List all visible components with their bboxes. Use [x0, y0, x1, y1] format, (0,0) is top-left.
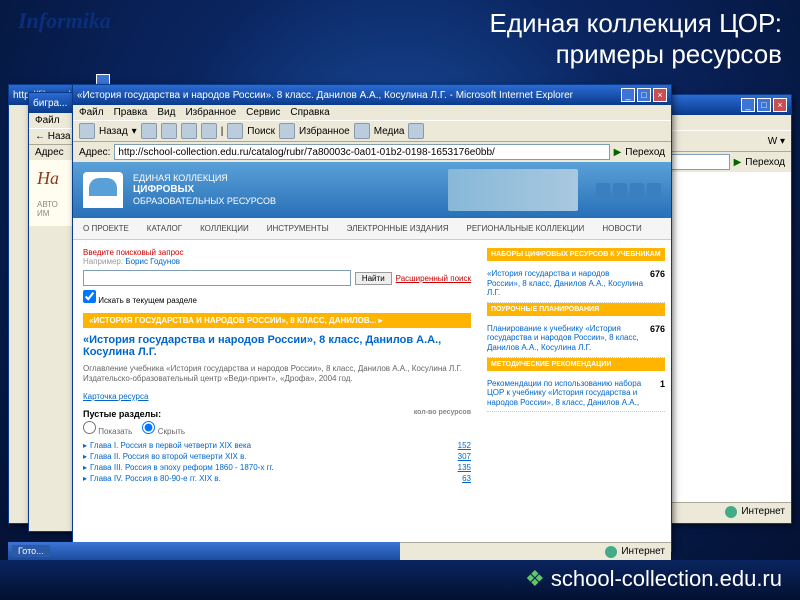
site-logo-icon[interactable] [83, 172, 123, 208]
toc-link[interactable]: Глава III. Россия в эпоху реформ 1860 - … [90, 463, 274, 472]
nav-editions[interactable]: ЭЛЕКТРОННЫЕ ИЗДАНИЯ [347, 224, 449, 233]
card-link[interactable]: Карточка ресурса [83, 392, 148, 401]
resource-count: 1 [660, 379, 665, 389]
nav-news[interactable]: НОВОСТИ [602, 224, 641, 233]
resource-count: 676 [650, 324, 665, 334]
advanced-search-link[interactable]: Расширенный поиск [396, 274, 471, 283]
page-content: ЕДИНАЯ КОЛЛЕКЦИЯ ЦИФРОВЫХ ОБРАЗОВАТЕЛЬНЫ… [73, 162, 671, 542]
refresh-icon[interactable] [181, 123, 197, 139]
sidebar-hd-3: МЕТОДИЧЕСКИЕ РЕКОМЕНДАЦИИ [487, 358, 665, 371]
site-nav: О ПРОЕКТЕ КАТАЛОГ КОЛЛЕКЦИИ ИНСТРУМЕНТЫ … [73, 218, 671, 240]
site-header: ЕДИНАЯ КОЛЛЕКЦИЯ ЦИФРОВЫХ ОБРАЗОВАТЕЛЬНЫ… [73, 162, 671, 218]
site-brand: ЕДИНАЯ КОЛЛЕКЦИЯ ЦИФРОВЫХ ОБРАЗОВАТЕЛЬНЫ… [133, 173, 276, 207]
nav-collections[interactable]: КОЛЛЕКЦИИ [200, 224, 249, 233]
forward-icon[interactable] [141, 123, 157, 139]
window-controls[interactable]: _□× [619, 88, 667, 102]
toc-link[interactable]: Глава I. Россия в первой четверти XIX ве… [90, 441, 251, 450]
history-icon[interactable] [408, 123, 424, 139]
title-bar[interactable]: «История государства и народов России». … [73, 85, 671, 105]
nav-regional[interactable]: РЕГИОНАЛЬНЫЕ КОЛЛЕКЦИИ [467, 224, 585, 233]
menu-view[interactable]: Вид [157, 107, 175, 118]
media-icon[interactable] [354, 123, 370, 139]
example-link[interactable]: Борис Годунов [125, 257, 180, 266]
resource-count: 676 [650, 269, 665, 279]
menu-edit[interactable]: Правка [114, 107, 148, 118]
sidebar-hd-1: НАБОРЫ ЦИФРОВЫХ РЕСУРСОВ К УЧЕБНИКАМ [487, 248, 665, 261]
menu-bar[interactable]: Файл Правка Вид Избранное Сервис Справка [73, 105, 671, 120]
maximize-button[interactable]: □ [637, 88, 651, 102]
close-button[interactable]: × [653, 88, 667, 102]
resource-link[interactable]: Планирование к учебнику «История государ… [487, 324, 650, 353]
header-photo [448, 169, 578, 211]
search-input[interactable] [83, 270, 351, 286]
nav-about[interactable]: О ПРОЕКТЕ [83, 224, 129, 233]
nav-tools[interactable]: ИНСТРУМЕНТЫ [267, 224, 329, 233]
toc-list: ▸Глава I. Россия в первой четверти XIX в… [83, 440, 471, 484]
main-browser-window: «История государства и народов России». … [72, 84, 672, 552]
description: Оглавление учебника «История государства… [83, 364, 471, 385]
window-title: «История государства и народов России». … [77, 90, 573, 101]
breadcrumb[interactable]: «ИСТОРИЯ ГОСУДАРСТВА И НАРОДОВ РОССИИ», … [83, 313, 471, 328]
go-button[interactable]: Переход [625, 147, 665, 158]
go-icon[interactable]: ▶ [614, 147, 622, 158]
sidebar-hd-2: ПОУРОЧНЫЕ ПЛАНИРОВАНИЯ [487, 303, 665, 316]
globe-icon [605, 546, 617, 558]
footer-url: school-collection.edu.ru [525, 566, 782, 592]
back-icon[interactable] [79, 123, 95, 139]
in-section-checkbox[interactable] [83, 290, 96, 303]
hide-radio[interactable] [142, 421, 155, 434]
brand-logo: Informika [18, 8, 111, 34]
toolbar: Назад ▾ | Поиск Избранное Медиа [73, 120, 671, 142]
taskbar[interactable]: Гото... [8, 542, 400, 560]
nav-catalog[interactable]: КАТАЛОГ [147, 224, 182, 233]
search-example: Например: Борис Годунов [83, 257, 471, 266]
home-icon[interactable] [201, 123, 217, 139]
minimize-button[interactable]: _ [621, 88, 635, 102]
taskbar-button[interactable]: Гото... [12, 545, 50, 557]
menu-tools[interactable]: Сервис [246, 107, 280, 118]
menu-help[interactable]: Справка [290, 107, 329, 118]
stop-icon[interactable] [161, 123, 177, 139]
search-icon[interactable] [227, 123, 243, 139]
url-input[interactable] [114, 144, 609, 160]
toc-link[interactable]: Глава II. Россия во второй четверти XIX … [90, 452, 247, 461]
show-radio[interactable] [83, 421, 96, 434]
address-bar: Адрес: ▶ Переход [73, 142, 671, 162]
toc-link[interactable]: Глава IV. Россия в 80-90-е гг. XIX в. [90, 474, 221, 483]
menu-fav[interactable]: Избранное [185, 107, 236, 118]
slide-title: Единая коллекция ЦОР: примеры ресурсов [490, 8, 783, 70]
globe-icon [725, 506, 737, 518]
toc-heading: Пустые разделы: кол-во ресурсов [83, 409, 471, 419]
resource-link[interactable]: Рекомендации по использованию набора ЦОР… [487, 379, 660, 408]
search-label: Введите поисковый запрос [83, 248, 471, 257]
resource-link[interactable]: «История государства и народов России», … [487, 269, 650, 298]
favorites-icon[interactable] [279, 123, 295, 139]
back-button[interactable]: Назад [99, 126, 128, 137]
find-button[interactable]: Найти [355, 272, 392, 285]
page-title: «История государства и народов России», … [83, 334, 471, 358]
menu-file[interactable]: Файл [79, 107, 104, 118]
